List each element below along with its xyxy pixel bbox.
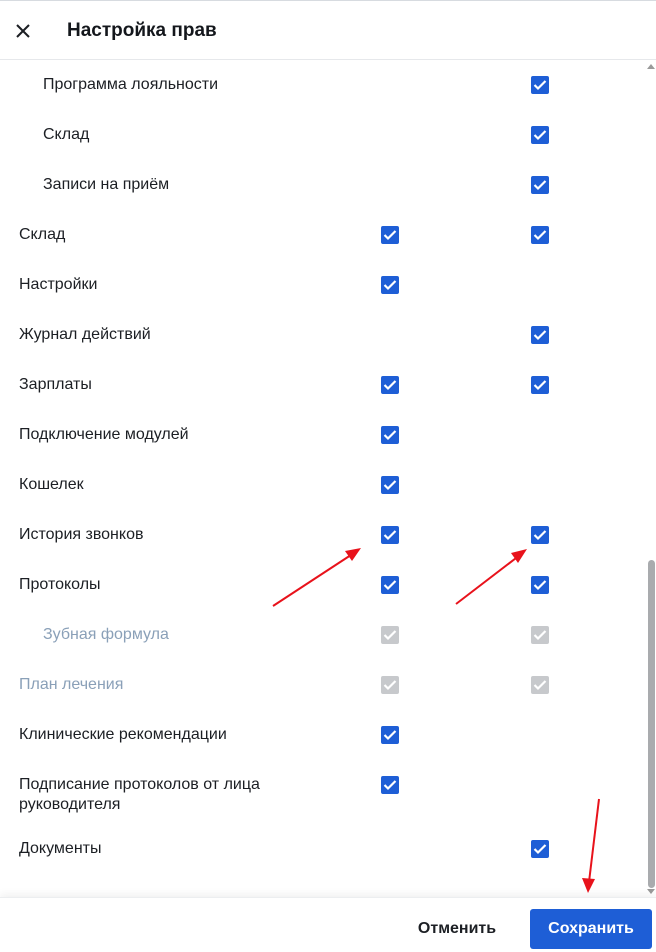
checkbox-column-2[interactable]: [531, 126, 549, 144]
check-icon: [533, 680, 547, 691]
dialog-header: Настройка прав: [0, 0, 656, 60]
permission-label: Зарплаты: [19, 376, 92, 393]
check-icon: [383, 680, 397, 691]
checkbox-column-1[interactable]: [381, 476, 399, 494]
checkbox-column-2[interactable]: [531, 576, 549, 594]
dialog-footer: Отменить Сохранить: [0, 897, 656, 952]
checkbox-column-1: [381, 676, 399, 694]
check-icon: [533, 844, 547, 855]
permission-label: Настройки: [19, 276, 98, 293]
permission-label: История звонков: [19, 526, 144, 543]
check-icon: [383, 430, 397, 441]
permission-row: Записи на приём: [0, 160, 646, 210]
checkbox-column-2[interactable]: [531, 76, 549, 94]
permission-row: Подключение модулей: [0, 410, 646, 460]
check-icon: [533, 630, 547, 641]
scroll-down-arrow-icon[interactable]: [647, 889, 655, 894]
check-icon: [383, 630, 397, 641]
permission-row: Подписание протоколов от лица руководите…: [0, 760, 646, 824]
permission-row: Клинические рекомендации: [0, 710, 646, 760]
check-icon: [533, 230, 547, 241]
check-icon: [383, 380, 397, 391]
check-icon: [533, 530, 547, 541]
check-icon: [533, 580, 547, 591]
permission-label: Протоколы: [19, 576, 101, 593]
close-icon[interactable]: [10, 18, 36, 44]
permission-label: Склад: [43, 126, 90, 143]
checkbox-column-2[interactable]: [531, 326, 549, 344]
permission-row: Склад: [0, 110, 646, 160]
cancel-button[interactable]: Отменить: [400, 910, 514, 948]
check-icon: [383, 780, 397, 791]
permission-label: Программа лояльности: [43, 76, 219, 93]
checkbox-column-1[interactable]: [381, 226, 399, 244]
permission-label: План лечения: [19, 676, 124, 693]
checkbox-column-2[interactable]: [531, 176, 549, 194]
checkbox-column-2[interactable]: [531, 840, 549, 858]
checkbox-column-1: [381, 626, 399, 644]
permission-label: Записи на приём: [43, 176, 170, 193]
permission-row: Кошелек: [0, 460, 646, 510]
check-icon: [383, 280, 397, 291]
permission-label: Клинические рекомендации: [19, 726, 227, 743]
permission-row: Зарплаты: [0, 360, 646, 410]
checkbox-column-1[interactable]: [381, 526, 399, 544]
checkbox-column-1[interactable]: [381, 576, 399, 594]
check-icon: [383, 230, 397, 241]
permission-label: Документы: [19, 840, 102, 857]
permission-row: Склад: [0, 210, 646, 260]
permission-label: Подписание протоколов от лица руководите…: [19, 776, 260, 813]
scroll-up-arrow-icon[interactable]: [647, 64, 655, 69]
permission-label: Склад: [19, 226, 66, 243]
check-icon: [383, 530, 397, 541]
permission-row: Настройки: [0, 260, 646, 310]
permission-label: Кошелек: [19, 476, 84, 493]
check-icon: [383, 480, 397, 491]
checkbox-column-1[interactable]: [381, 276, 399, 294]
check-icon: [533, 130, 547, 141]
check-icon: [533, 180, 547, 191]
permission-row: Журнал действий: [0, 310, 646, 360]
check-icon: [533, 330, 547, 341]
checkbox-column-1[interactable]: [381, 726, 399, 744]
checkbox-column-2[interactable]: [531, 376, 549, 394]
checkbox-column-1[interactable]: [381, 376, 399, 394]
check-icon: [383, 580, 397, 591]
checkbox-column-1[interactable]: [381, 426, 399, 444]
check-icon: [383, 730, 397, 741]
checkbox-column-1[interactable]: [381, 776, 399, 794]
checkbox-column-2: [531, 626, 549, 644]
permission-row: Протоколы: [0, 560, 646, 610]
permission-label: Подключение модулей: [19, 426, 189, 443]
check-icon: [533, 80, 547, 91]
permission-label: Журнал действий: [19, 326, 151, 343]
permissions-list[interactable]: Программа лояльности Склад Записи на приём…: [0, 60, 646, 900]
save-button[interactable]: Сохранить: [530, 909, 652, 949]
permission-label: Зубная формула: [43, 626, 169, 643]
checkbox-column-2: [531, 676, 549, 694]
checkbox-column-2[interactable]: [531, 226, 549, 244]
check-icon: [533, 380, 547, 391]
permission-row: План лечения: [0, 660, 646, 710]
scrollbar[interactable]: [646, 60, 656, 900]
permission-row: Документы: [0, 824, 646, 874]
checkbox-column-2[interactable]: [531, 526, 549, 544]
page-title: Настройка прав: [67, 20, 217, 41]
scrollbar-thumb[interactable]: [648, 560, 655, 888]
permission-row: История звонков: [0, 510, 646, 560]
permission-row: Программа лояльности: [0, 60, 646, 110]
permission-row: Зубная формула: [0, 610, 646, 660]
